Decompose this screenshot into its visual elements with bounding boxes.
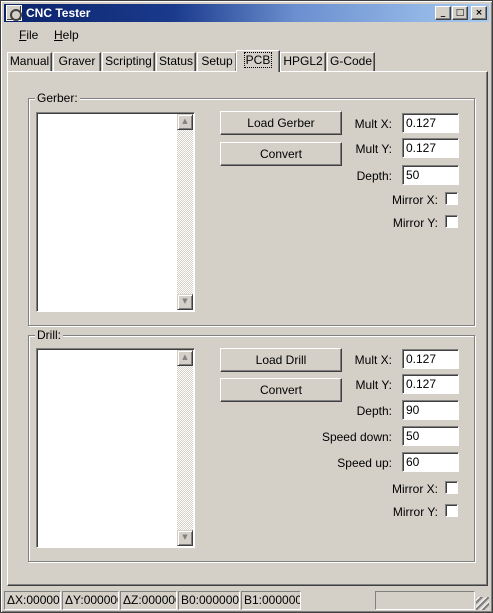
maximize-button[interactable]: □ bbox=[452, 6, 468, 20]
gerber-mirror-y-checkbox[interactable] bbox=[445, 215, 458, 228]
scroll-up-arrow-icon[interactable]: ▲ bbox=[177, 350, 193, 366]
gerber-group: Gerber: ▲ ▼ Load Gerber Convert Mult X: … bbox=[28, 91, 475, 326]
drill-speed-down-field[interactable] bbox=[402, 426, 459, 446]
scroll-down-arrow-icon[interactable]: ▼ bbox=[177, 294, 193, 310]
gerber-scrollbar[interactable]: ▲ ▼ bbox=[177, 114, 193, 310]
tab-hpgl2[interactable]: HPGL2 bbox=[280, 52, 326, 71]
menu-file[interactable]: File bbox=[19, 28, 38, 42]
pcb-panel: Gerber: ▲ ▼ Load Gerber Convert Mult X: … bbox=[7, 71, 488, 586]
drill-scrollbar[interactable]: ▲ ▼ bbox=[177, 350, 193, 546]
minimize-button[interactable]: _ bbox=[435, 6, 451, 20]
load-drill-button[interactable]: Load Drill bbox=[220, 348, 342, 372]
drill-speed-up-label: Speed up: bbox=[337, 456, 392, 470]
drill-convert-button[interactable]: Convert bbox=[220, 378, 342, 402]
drill-mirror-x-label: Mirror X: bbox=[392, 482, 438, 496]
resize-grip-icon[interactable] bbox=[476, 597, 489, 610]
window-title: CNC Tester bbox=[26, 6, 91, 20]
gerber-mult-x-field[interactable] bbox=[402, 113, 459, 133]
gerber-depth-label: Depth: bbox=[356, 169, 392, 183]
gerber-mirror-x-label: Mirror X: bbox=[392, 193, 438, 207]
tab-gcode[interactable]: G-Code bbox=[327, 52, 375, 71]
gerber-mult-x-label: Mult X: bbox=[354, 117, 392, 131]
menu-bar: File Help bbox=[4, 25, 489, 45]
status-extra bbox=[375, 591, 475, 610]
status-dy: ΔY:000000 bbox=[62, 591, 119, 610]
drill-mult-y-label: Mult Y: bbox=[355, 378, 392, 392]
drill-speed-down-label: Speed down: bbox=[321, 430, 392, 444]
drill-mirror-y-checkbox[interactable] bbox=[445, 504, 458, 517]
status-b1: B1:000000 bbox=[241, 591, 301, 610]
status-dx: ΔX:000000 bbox=[4, 591, 61, 610]
drill-group-label: Drill: bbox=[35, 328, 63, 342]
status-bar: ΔX:000000 ΔY:000000 ΔZ:000000 B0:000000 … bbox=[4, 591, 489, 610]
gerber-group-label: Gerber: bbox=[35, 91, 80, 105]
drill-speed-up-field[interactable] bbox=[402, 452, 459, 472]
drill-group: Drill: ▲ ▼ Load Drill Convert Mult X: Mu… bbox=[28, 328, 475, 562]
gerber-mult-y-label: Mult Y: bbox=[355, 142, 392, 156]
tab-pcb[interactable]: PCB bbox=[236, 50, 280, 72]
gerber-listbox[interactable]: ▲ ▼ bbox=[36, 112, 195, 312]
drill-mult-x-label: Mult X: bbox=[354, 353, 392, 367]
tab-status[interactable]: Status bbox=[156, 52, 196, 71]
close-button[interactable]: × bbox=[471, 6, 487, 20]
scroll-down-arrow-icon[interactable]: ▼ bbox=[177, 530, 193, 546]
tab-setup[interactable]: Setup bbox=[197, 52, 237, 71]
scroll-up-arrow-icon[interactable]: ▲ bbox=[177, 114, 193, 130]
load-gerber-button[interactable]: Load Gerber bbox=[220, 111, 342, 135]
tab-graver[interactable]: Graver bbox=[53, 52, 101, 71]
gerber-mirror-y-label: Mirror Y: bbox=[392, 216, 438, 230]
title-bar[interactable]: CNC Tester _ □ × bbox=[4, 4, 489, 22]
app-icon[interactable] bbox=[6, 5, 22, 21]
tab-scripting[interactable]: Scripting bbox=[102, 52, 155, 71]
status-b0: B0:000000 bbox=[178, 591, 240, 610]
drill-depth-field[interactable] bbox=[402, 400, 459, 420]
gerber-mult-y-field[interactable] bbox=[402, 138, 459, 158]
gerber-depth-field[interactable] bbox=[402, 165, 459, 185]
drill-mirror-y-label: Mirror Y: bbox=[392, 505, 438, 519]
gerber-mirror-x-checkbox[interactable] bbox=[445, 192, 458, 205]
drill-mult-x-field[interactable] bbox=[402, 349, 459, 369]
gerber-convert-button[interactable]: Convert bbox=[220, 142, 342, 166]
tab-manual[interactable]: Manual bbox=[7, 52, 52, 71]
drill-depth-label: Depth: bbox=[356, 404, 392, 418]
drill-mult-y-field[interactable] bbox=[402, 374, 459, 394]
drill-listbox[interactable]: ▲ ▼ bbox=[36, 348, 195, 548]
menu-help[interactable]: Help bbox=[54, 28, 79, 42]
status-dz: ΔZ:000000 bbox=[120, 591, 177, 610]
drill-mirror-x-checkbox[interactable] bbox=[445, 481, 458, 494]
main-window: CNC Tester _ □ × File Help Manual Graver… bbox=[0, 0, 493, 613]
